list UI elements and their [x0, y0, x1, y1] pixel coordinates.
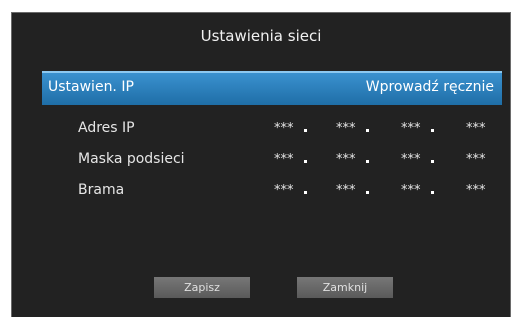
ip-setting-label: Ustawien. IP [48, 79, 134, 95]
octet-separator [304, 129, 307, 132]
octet-separator [304, 191, 307, 194]
octet-separator [366, 191, 369, 194]
ip-address-octet-2[interactable]: *** [336, 121, 356, 136]
ip-setting-value: Wprowadź ręcznie [365, 79, 494, 95]
octet-separator [366, 160, 369, 163]
octet-separator [431, 129, 434, 132]
ip-address-octet-3[interactable]: *** [401, 121, 421, 136]
gateway-octet-1[interactable]: *** [274, 183, 294, 198]
octet-separator [304, 160, 307, 163]
subnet-mask-octet-3[interactable]: *** [401, 152, 421, 167]
gateway-octet-3[interactable]: *** [401, 183, 421, 198]
close-button[interactable]: Zamknij [297, 277, 393, 298]
subnet-mask-label: Maska podsieci [78, 151, 185, 167]
gateway-label: Brama [78, 182, 125, 198]
ip-address-octet-1[interactable]: *** [274, 121, 294, 136]
octet-separator [431, 160, 434, 163]
subnet-mask-octet-2[interactable]: *** [336, 152, 356, 167]
subnet-mask-octet-4[interactable]: *** [466, 152, 486, 167]
subnet-mask-octet-1[interactable]: *** [274, 152, 294, 167]
dialog-title: Ustawienia sieci [200, 27, 322, 45]
save-button[interactable]: Zapisz [154, 277, 250, 298]
gateway-octet-4[interactable]: *** [466, 183, 486, 198]
network-settings-dialog: Ustawienia sieci Ustawien. IP Wprowadź r… [11, 12, 511, 317]
ip-setting-row[interactable]: Ustawien. IP Wprowadź ręcznie [42, 71, 502, 105]
gateway-octet-2[interactable]: *** [336, 183, 356, 198]
octet-separator [431, 191, 434, 194]
subnet-mask-row[interactable]: Maska podsieci *** *** *** *** [42, 148, 502, 174]
ip-address-octet-4[interactable]: *** [466, 121, 486, 136]
ip-address-label: Adres IP [78, 120, 135, 136]
gateway-row[interactable]: Brama *** *** *** *** [42, 179, 502, 205]
ip-address-row[interactable]: Adres IP *** *** *** *** [42, 117, 502, 143]
octet-separator [366, 129, 369, 132]
